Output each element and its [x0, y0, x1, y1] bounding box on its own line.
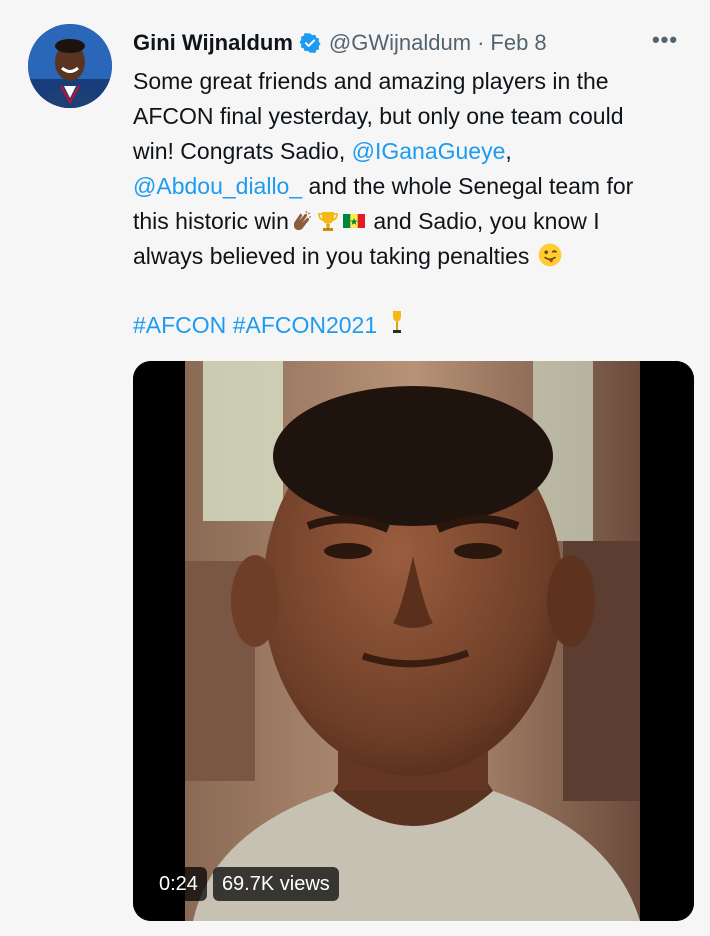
tweet-text-line: @Abdou_diallo_ and the whole Senegal tea…	[133, 169, 693, 204]
tweet-text-fragment: and the whole Senegal team for	[302, 173, 634, 199]
tweet-text-fragment: ,	[505, 138, 512, 164]
tweet-text-line: win! Congrats Sadio, @IGanaGueye,	[133, 134, 693, 169]
header-separator: ·	[477, 30, 485, 55]
tweet-date[interactable]: Feb 8	[490, 30, 546, 56]
tweet-header: Gini Wijnaldum @GWijnaldum · Feb 8 •••	[133, 28, 682, 58]
trophy-icon	[316, 208, 340, 232]
tweet[interactable]: Gini Wijnaldum @GWijnaldum · Feb 8 ••• S…	[0, 0, 710, 936]
senegal-flag-icon	[342, 208, 366, 232]
mention-link-ganagueye[interactable]: @IGanaGueye	[352, 138, 506, 164]
winking-face-with-tongue-icon	[537, 242, 562, 267]
tweet-text-line: Some great friends and amazing players i…	[133, 68, 609, 94]
video-views: 69.7K views	[212, 867, 339, 901]
author-name[interactable]: Gini Wijnaldum	[133, 30, 293, 56]
tweet-text-fragment: this historic win	[133, 208, 289, 234]
tweet-text-line: always believed in you taking penalties	[133, 239, 693, 274]
clapping-hands-icon	[290, 208, 314, 232]
hashtag-link-afcon2021[interactable]: #AFCON2021	[233, 312, 377, 338]
avatar[interactable]	[28, 24, 112, 108]
video-duration: 0:24	[150, 867, 207, 901]
verified-badge-icon	[299, 32, 321, 54]
tweet-text: Some great friends and amazing players i…	[133, 64, 693, 274]
video-player[interactable]	[133, 361, 694, 921]
tweet-text-fragment: always believed in you taking penalties	[133, 243, 530, 269]
hashtag-row: #AFCON #AFCON2021	[133, 308, 410, 343]
avatar-image	[28, 24, 112, 108]
video-thumbnail	[133, 361, 694, 921]
tweet-text-line: this historic win and Sadio, you know I	[133, 204, 693, 239]
trophy-icon	[385, 309, 409, 333]
tweet-text-line: AFCON final yesterday, but only one team…	[133, 103, 624, 129]
author-handle[interactable]: @GWijnaldum	[329, 30, 471, 56]
hashtag-link-afcon[interactable]: #AFCON	[133, 312, 226, 338]
video-overlay: 0:24 69.7K views	[150, 866, 339, 902]
tweet-text-fragment: and Sadio, you know I	[366, 208, 600, 234]
mention-link-abdou-diallo[interactable]: @Abdou_diallo_	[133, 173, 302, 199]
more-options-icon[interactable]: •••	[648, 28, 682, 58]
tweet-text-fragment: win! Congrats Sadio,	[133, 138, 352, 164]
